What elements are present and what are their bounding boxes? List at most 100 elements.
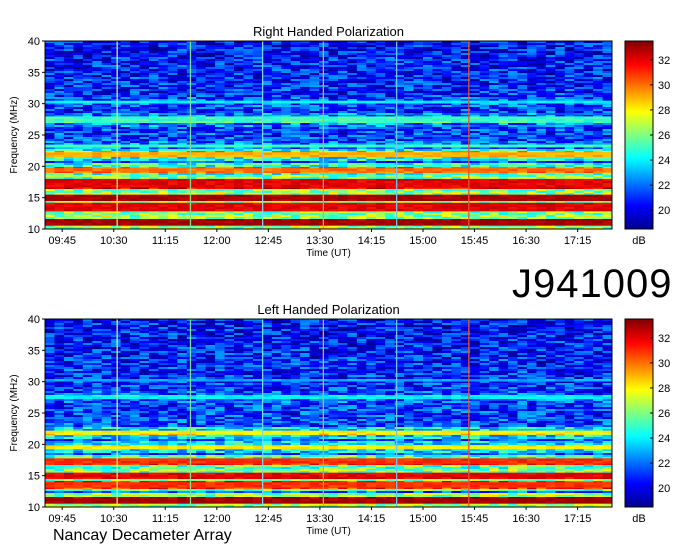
spectrogram-cell: [337, 165, 348, 168]
spectrogram-cell: [337, 51, 348, 54]
spectrogram-cell: [545, 175, 556, 178]
spectrogram-cell: [186, 113, 197, 116]
spectrogram-cell: [177, 107, 188, 110]
spectrogram-cell: [479, 125, 490, 128]
spectrogram-cell: [385, 141, 396, 144]
spectrogram-cell: [583, 159, 594, 162]
spectrogram-cell: [63, 105, 74, 108]
spectrogram-cell: [347, 67, 358, 70]
spectrogram-cell: [508, 91, 518, 94]
spectrogram-cell: [45, 131, 55, 134]
spectrogram-cell: [451, 137, 462, 140]
spectrogram-cell: [555, 175, 566, 178]
spectrogram-cell: [489, 157, 499, 160]
spectrogram-cell: [139, 111, 150, 114]
spectrogram-cell: [470, 81, 481, 84]
spectrogram-cell: [205, 127, 216, 130]
spectrogram-cell: [564, 75, 575, 78]
spectrogram-cell: [498, 55, 509, 58]
spectrogram-cell: [167, 163, 178, 166]
spectrogram-cell: [602, 43, 613, 46]
spectrogram-cell: [196, 89, 207, 92]
spectrogram-cell: [120, 67, 131, 70]
spectrogram-cell: [215, 123, 225, 126]
spectrogram-cell: [262, 129, 273, 132]
spectrogram-cell: [196, 47, 207, 50]
spectrogram-cell: [545, 59, 556, 62]
spectrogram-cell: [356, 71, 367, 74]
spectrogram-cell: [536, 55, 547, 58]
spectrogram-cell: [252, 161, 263, 164]
spectrogram-cell: [73, 75, 84, 78]
spectrogram-cell: [328, 161, 339, 164]
spectrogram-cell: [489, 49, 499, 52]
spectrogram-cell: [177, 93, 188, 96]
spectrogram-cell: [82, 189, 93, 192]
spectrogram-cell: [583, 141, 594, 144]
spectrogram-cell: [252, 79, 263, 82]
spectrogram-cell: [356, 135, 367, 138]
spectrogram-cell: [215, 89, 225, 92]
spectrogram-cell: [517, 49, 528, 52]
spectrogram-cell: [234, 173, 244, 176]
spectrogram-cell: [148, 105, 159, 108]
spectrogram-cell: [347, 139, 358, 142]
spectrogram-cell: [120, 111, 131, 114]
spectrogram-cell: [290, 137, 301, 140]
spectrogram-cell: [186, 175, 197, 178]
spectrogram-cell: [602, 79, 613, 82]
spectrogram-cell: [328, 191, 339, 194]
spectrogram-cell: [54, 139, 65, 142]
spectrogram-cell: [290, 53, 301, 56]
spectrogram-cell: [300, 135, 310, 138]
spectrogram-cell: [243, 49, 254, 52]
spectrogram-cell: [574, 63, 585, 66]
spectrogram-cell: [517, 93, 528, 96]
spectrogram-cell: [167, 93, 178, 96]
spectrogram-cell: [602, 139, 613, 142]
spectrogram-cell: [309, 81, 320, 84]
spectrogram-cell: [545, 109, 556, 112]
spectrogram-cell: [583, 47, 594, 50]
spectrogram-cell: [73, 139, 84, 142]
spectrogram-cell: [215, 109, 225, 112]
spectrogram-cell: [234, 125, 244, 128]
spectrogram-cell: [167, 97, 178, 100]
spectrogram-cell: [574, 159, 585, 162]
spectrogram-cell: [271, 93, 282, 96]
spectrogram-cell: [281, 57, 292, 60]
spectrogram-cell: [205, 47, 216, 50]
spectrogram-cell: [111, 77, 121, 80]
spectrogram-cell: [290, 131, 301, 134]
spectrogram-cell: [385, 109, 396, 112]
spectrogram-cell: [356, 125, 367, 128]
spectrogram-cell: [337, 111, 348, 114]
spectrogram-cell: [423, 79, 433, 82]
spectrogram-cell: [366, 91, 377, 94]
spectrogram-cell: [130, 95, 140, 98]
spectrogram-cell: [92, 89, 103, 92]
spectrogram-cell: [385, 65, 396, 68]
spectrogram-cell: [423, 67, 433, 70]
spectrogram-cell: [574, 149, 585, 152]
spectrogram-cell: [583, 105, 594, 108]
spectrogram-cell: [574, 71, 585, 74]
spectrogram-cell: [479, 113, 490, 116]
spectrogram-cell: [517, 141, 528, 144]
spectrogram-cell: [555, 111, 566, 114]
spectrogram-cell: [347, 81, 358, 84]
spectrogram-cell: [385, 95, 396, 98]
spectrogram-cell: [45, 157, 55, 160]
spectrogram-cell: [517, 157, 528, 160]
spectrogram-cell: [602, 173, 613, 176]
spectrogram-cell: [300, 189, 310, 192]
spectrogram-cell: [404, 75, 414, 78]
spectrogram-cell: [583, 45, 594, 48]
spectrogram-cell: [517, 173, 528, 176]
spectrogram-cell: [45, 141, 55, 144]
spectrogram-cell: [63, 91, 74, 94]
spectrogram-cell: [432, 45, 443, 48]
spectrogram-cell: [375, 81, 386, 84]
spectrogram-cell: [479, 141, 490, 144]
spectrogram-cell: [545, 161, 556, 164]
